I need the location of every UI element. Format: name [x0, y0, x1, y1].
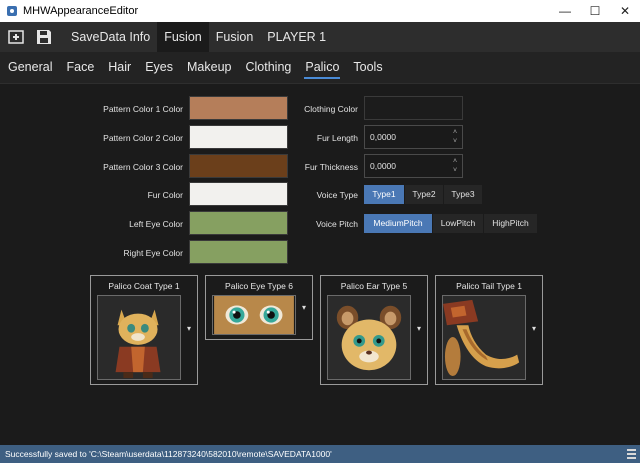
fur-color-label: Fur Color: [147, 190, 183, 200]
palico-panel: Pattern Color 1 Color Pattern Color 2 Co…: [0, 84, 640, 445]
pattern-color-3-swatch[interactable]: [189, 154, 288, 178]
palico-eye-title: Palico Eye Type 6: [225, 281, 293, 291]
tab-tools[interactable]: Tools: [349, 52, 386, 84]
spin-up-icon[interactable]: ˄: [453, 158, 457, 165]
menu-icon[interactable]: [627, 449, 636, 459]
palico-eye-card[interactable]: Palico Eye Type 6 ▾: [205, 275, 313, 340]
palico-tail-icon[interactable]: [442, 295, 526, 380]
palico-tail-card[interactable]: Palico Tail Type 1 ▾: [435, 275, 543, 385]
pattern-color-2-swatch[interactable]: [189, 125, 288, 149]
tab-palico[interactable]: Palico: [301, 52, 343, 84]
tab-clothing[interactable]: Clothing: [241, 52, 295, 84]
fur-thickness-spinner[interactable]: ˄ ˅: [450, 157, 460, 175]
left-eye-color-label: Left Eye Color: [129, 219, 183, 229]
fur-color-swatch[interactable]: [189, 182, 288, 206]
category-tabs: General Face Hair Eyes Makeup Clothing P…: [0, 52, 640, 84]
right-eye-color-label: Right Eye Color: [123, 248, 183, 258]
title-bar: MHWAppearanceEditor — ☐ ✕: [0, 0, 640, 22]
pattern-color-1-label: Pattern Color 1 Color: [103, 104, 183, 114]
fur-thickness-label: Fur Thickness: [304, 162, 358, 172]
tab-savedata-info[interactable]: SaveData Info: [64, 22, 157, 52]
spin-down-icon[interactable]: ˅: [453, 138, 457, 145]
save-icon: [37, 30, 51, 44]
new-file-button[interactable]: [2, 23, 30, 51]
new-file-icon: [8, 30, 24, 44]
voice-type-option-1[interactable]: Type1: [364, 185, 404, 204]
tab-hair[interactable]: Hair: [104, 52, 135, 84]
palico-tail-title: Palico Tail Type 1: [456, 281, 522, 291]
tab-face[interactable]: Face: [62, 52, 98, 84]
pattern-color-3-label: Pattern Color 3 Color: [103, 162, 183, 172]
voice-pitch-option-medium[interactable]: MediumPitch: [364, 214, 432, 233]
voice-pitch-label: Voice Pitch: [315, 219, 358, 229]
fur-length-spinner[interactable]: ˄ ˅: [450, 128, 460, 146]
save-button[interactable]: [30, 23, 58, 51]
pattern-color-2-label: Pattern Color 2 Color: [103, 133, 183, 143]
spin-down-icon[interactable]: ˅: [453, 167, 457, 174]
palico-coat-card[interactable]: Palico Coat Type 1 ▾: [90, 275, 198, 385]
fur-length-value: 0,0000: [370, 132, 396, 142]
eye-dropdown-icon[interactable]: ▾: [302, 303, 306, 312]
left-eye-color-swatch[interactable]: [189, 211, 288, 235]
tab-eyes[interactable]: Eyes: [141, 52, 177, 84]
spin-up-icon[interactable]: ˄: [453, 129, 457, 136]
fur-length-input[interactable]: 0,0000 ˄ ˅: [364, 125, 463, 149]
voice-pitch-option-low[interactable]: LowPitch: [433, 214, 483, 233]
fur-thickness-value: 0,0000: [370, 161, 396, 171]
palico-ear-card[interactable]: Palico Ear Type 5 ▾: [320, 275, 428, 385]
status-bar: Successfully saved to 'C:\Steam\userdata…: [0, 445, 640, 463]
tail-dropdown-icon[interactable]: ▾: [532, 324, 536, 333]
tab-fusion-active[interactable]: Fusion: [157, 22, 209, 52]
minimize-button[interactable]: —: [550, 0, 580, 22]
palico-coat-title: Palico Coat Type 1: [108, 281, 180, 291]
close-button[interactable]: ✕: [610, 0, 640, 22]
palico-eye-icon[interactable]: [212, 295, 296, 335]
status-message: Successfully saved to 'C:\Steam\userdata…: [5, 449, 332, 459]
app-icon: [6, 5, 18, 17]
palico-ear-icon[interactable]: [327, 295, 411, 380]
window-title: MHWAppearanceEditor: [23, 5, 139, 17]
voice-pitch-option-high[interactable]: HighPitch: [484, 214, 537, 233]
fur-length-label: Fur Length: [316, 133, 358, 143]
palico-coat-icon[interactable]: [97, 295, 181, 380]
tab-fusion[interactable]: Fusion: [209, 22, 261, 52]
coat-dropdown-icon[interactable]: ▾: [187, 324, 191, 333]
clothing-color-swatch[interactable]: [364, 96, 463, 120]
pattern-color-1-swatch[interactable]: [189, 96, 288, 120]
fur-thickness-input[interactable]: 0,0000 ˄ ˅: [364, 154, 463, 178]
voice-type-option-2[interactable]: Type2: [405, 185, 443, 204]
ear-dropdown-icon[interactable]: ▾: [417, 324, 421, 333]
main-toolbar: SaveData Info Fusion Fusion PLAYER 1: [0, 22, 640, 52]
clothing-color-label: Clothing Color: [304, 104, 358, 114]
right-eye-color-swatch[interactable]: [189, 240, 288, 264]
palico-ear-title: Palico Ear Type 5: [340, 281, 408, 291]
voice-type-label: Voice Type: [316, 190, 358, 200]
tab-player-1[interactable]: PLAYER 1: [260, 22, 333, 52]
voice-type-option-3[interactable]: Type3: [444, 185, 482, 204]
tab-makeup[interactable]: Makeup: [183, 52, 235, 84]
tab-general[interactable]: General: [4, 52, 56, 84]
maximize-button[interactable]: ☐: [580, 0, 610, 22]
